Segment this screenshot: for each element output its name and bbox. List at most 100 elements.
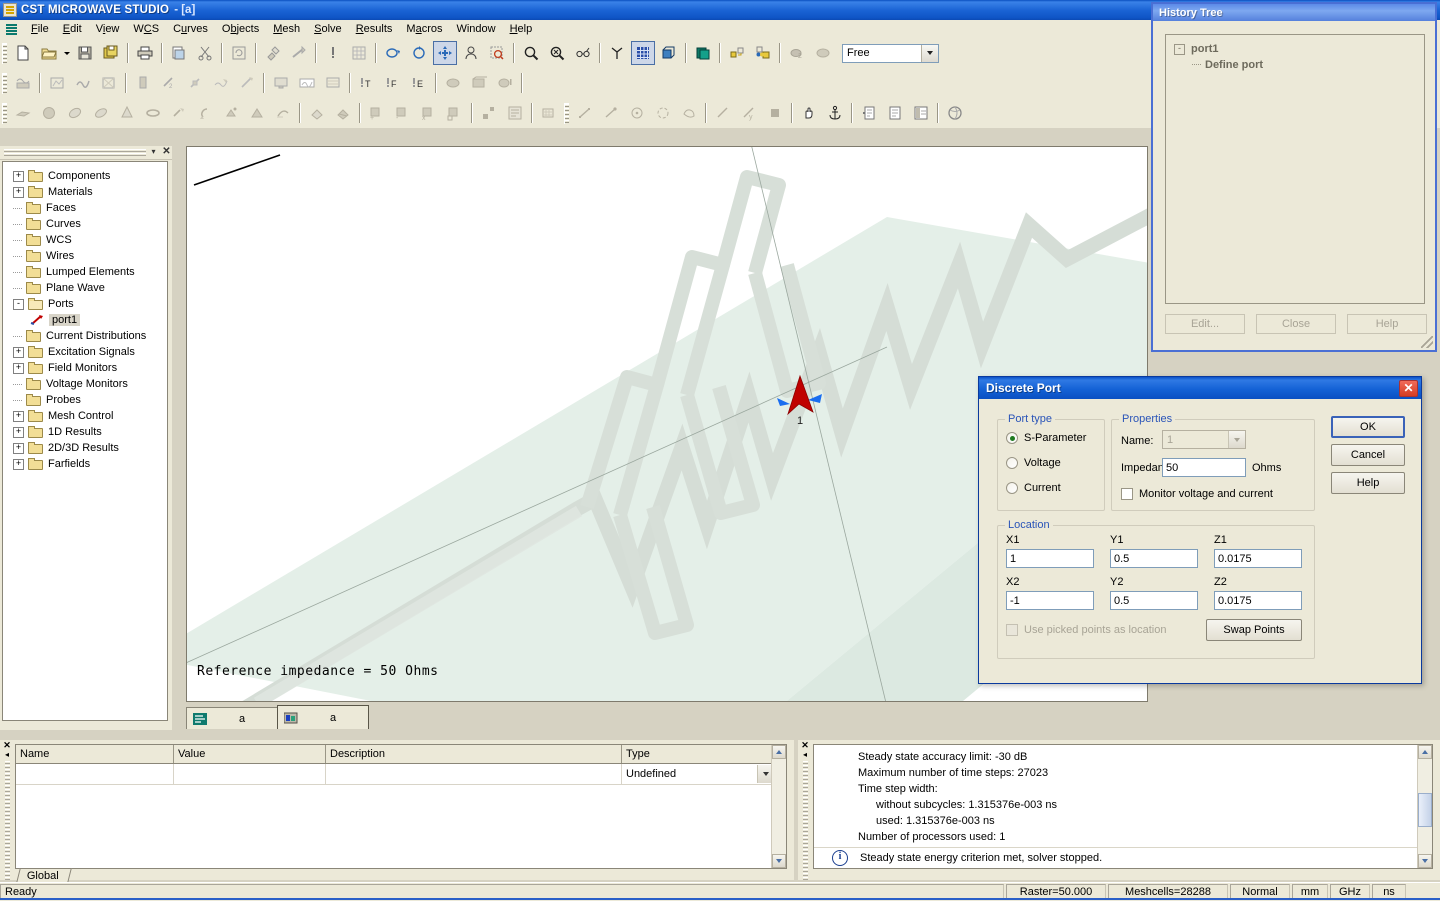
tree-item-field-monitors[interactable]: + Field Monitors: [3, 360, 167, 376]
expander-icon[interactable]: -: [13, 298, 24, 310]
tree-item-lumped-elements[interactable]: Lumped Elements: [3, 264, 167, 280]
coordinate-mode-select[interactable]: Free: [842, 43, 939, 63]
field-monitor-icon[interactable]: [45, 71, 69, 95]
expander-icon[interactable]: +: [13, 410, 24, 422]
checkbox-icon[interactable]: [1121, 488, 1133, 500]
cell-name[interactable]: [16, 764, 174, 784]
menu-macros[interactable]: Macros: [399, 21, 449, 37]
radio-on-icon[interactable]: [1006, 432, 1018, 444]
boolean-insert-icon[interactable]: -: [391, 101, 415, 125]
rotate-view-icon[interactable]: [381, 41, 405, 65]
table-row[interactable]: Undefined: [16, 764, 786, 785]
panel-drag-rail[interactable]: [802, 761, 808, 880]
z2-input[interactable]: 0.0175: [1214, 591, 1302, 610]
tree-item-curves[interactable]: Curves: [3, 216, 167, 232]
ecylinder-icon[interactable]: [89, 101, 113, 125]
close-icon[interactable]: ✕: [161, 147, 172, 158]
face-pick-icon[interactable]: [677, 101, 701, 125]
boolean-add-icon[interactable]: [305, 101, 329, 125]
print-icon[interactable]: [133, 41, 157, 65]
checkbox-icon[interactable]: [1006, 624, 1018, 636]
menu-results[interactable]: Results: [349, 21, 400, 37]
minimize-icon[interactable]: ▾: [148, 147, 159, 158]
tree-item-wires[interactable]: Wires: [3, 248, 167, 264]
view-glasses-icon[interactable]: [571, 41, 595, 65]
print-preview-icon[interactable]: [167, 41, 191, 65]
cell-description[interactable]: [326, 764, 622, 784]
tree-item-faces[interactable]: Faces: [3, 200, 167, 216]
open-recent-chevron-down-icon[interactable]: [62, 41, 72, 65]
list-view-icon[interactable]: [909, 101, 933, 125]
menu-wcs[interactable]: WCS: [126, 21, 166, 37]
result-template-icon[interactable]: [295, 71, 319, 95]
history-edit-button[interactable]: Edit...: [1165, 314, 1245, 334]
y2-input[interactable]: 0.5: [1110, 591, 1198, 610]
open-folder-icon[interactable]: [37, 41, 61, 65]
z1-input[interactable]: 0.0175: [1214, 549, 1302, 568]
pan-move-icon[interactable]: [433, 41, 457, 65]
angle-icon[interactable]: y: [737, 101, 761, 125]
material-info-icon[interactable]: [493, 71, 517, 95]
field-plot-icon[interactable]: [691, 41, 715, 65]
chevron-down-icon[interactable]: [1228, 431, 1245, 448]
cut-scissors-icon[interactable]: [193, 41, 217, 65]
tree-item-probes[interactable]: Probes: [3, 392, 167, 408]
menu-edit[interactable]: Edit: [56, 21, 89, 37]
circle-icon[interactable]: [651, 101, 675, 125]
collapse-left-icon[interactable]: ◂: [5, 750, 9, 759]
radio-voltage[interactable]: Voltage: [1006, 457, 1061, 469]
tree-item-mesh-control[interactable]: + Mesh Control: [3, 408, 167, 424]
menu-solve[interactable]: Solve: [307, 21, 349, 37]
impedance-input[interactable]: 50: [1162, 458, 1246, 477]
expander-icon[interactable]: +: [13, 362, 24, 374]
parameter-table[interactable]: Name Value Description Type Undefined: [15, 744, 787, 869]
expander-icon[interactable]: +: [13, 426, 24, 438]
perspective-icon[interactable]: [459, 41, 483, 65]
column-header-description[interactable]: Description: [326, 745, 622, 763]
mesh-view-icon[interactable]: [347, 41, 371, 65]
parameter-tab-global[interactable]: Global: [16, 868, 72, 883]
local-wcs-icon[interactable]: [725, 41, 749, 65]
tree-item-farfields[interactable]: + Farfields: [3, 456, 167, 472]
material-icon[interactable]: [441, 71, 465, 95]
save-all-icon[interactable]: [99, 41, 123, 65]
menu-help[interactable]: Help: [503, 21, 540, 37]
extrude-icon[interactable]: [167, 101, 191, 125]
mesh-group-icon[interactable]: [537, 101, 561, 125]
tree-item-components[interactable]: + Components: [3, 168, 167, 184]
material-lib-icon[interactable]: [467, 71, 491, 95]
post-process-icon[interactable]: [321, 71, 345, 95]
brick-icon[interactable]: [11, 101, 35, 125]
collapse-left-icon[interactable]: ◂: [803, 750, 807, 759]
zoom-out-icon[interactable]: [545, 41, 569, 65]
close-icon[interactable]: ✕: [3, 740, 11, 750]
point-pick-icon[interactable]: [599, 101, 623, 125]
undo-arrow-icon[interactable]: [287, 41, 311, 65]
circle-center-icon[interactable]: [625, 101, 649, 125]
save-disk-icon[interactable]: [73, 41, 97, 65]
expander-icon[interactable]: +: [13, 346, 24, 358]
rotate-solid-icon[interactable]: [193, 101, 217, 125]
menu-file[interactable]: File: [24, 21, 56, 37]
tree-item-port1[interactable]: port1: [3, 312, 167, 328]
cancel-button[interactable]: Cancel: [1331, 444, 1405, 466]
energy-monitor-icon[interactable]: E: [407, 71, 431, 95]
tree-item-excitation-signals[interactable]: + Excitation Signals: [3, 344, 167, 360]
menu-view[interactable]: View: [89, 21, 127, 37]
tree-item-materials[interactable]: + Materials: [3, 184, 167, 200]
nav-drag-handle[interactable]: [4, 149, 146, 156]
parameter-table-scrollbar[interactable]: [771, 745, 786, 868]
navigation-tree[interactable]: + Components + Materials Faces Curves WC…: [2, 161, 168, 721]
expander-icon[interactable]: +: [13, 442, 24, 454]
port-box-icon[interactable]: [97, 71, 121, 95]
cone-icon[interactable]: [115, 101, 139, 125]
axes-icon[interactable]: [605, 41, 629, 65]
history-tree-list[interactable]: - port1 Define port: [1165, 34, 1425, 304]
help-button[interactable]: Help: [1331, 472, 1405, 494]
boolean-intersect-icon[interactable]: +: [365, 101, 389, 125]
expander-icon[interactable]: +: [13, 458, 24, 470]
signal-icon[interactable]: [11, 71, 35, 95]
view-tab-3d-model[interactable]: a: [277, 705, 369, 729]
zoom-in-icon[interactable]: [519, 41, 543, 65]
radio-off-icon[interactable]: [1006, 457, 1018, 469]
